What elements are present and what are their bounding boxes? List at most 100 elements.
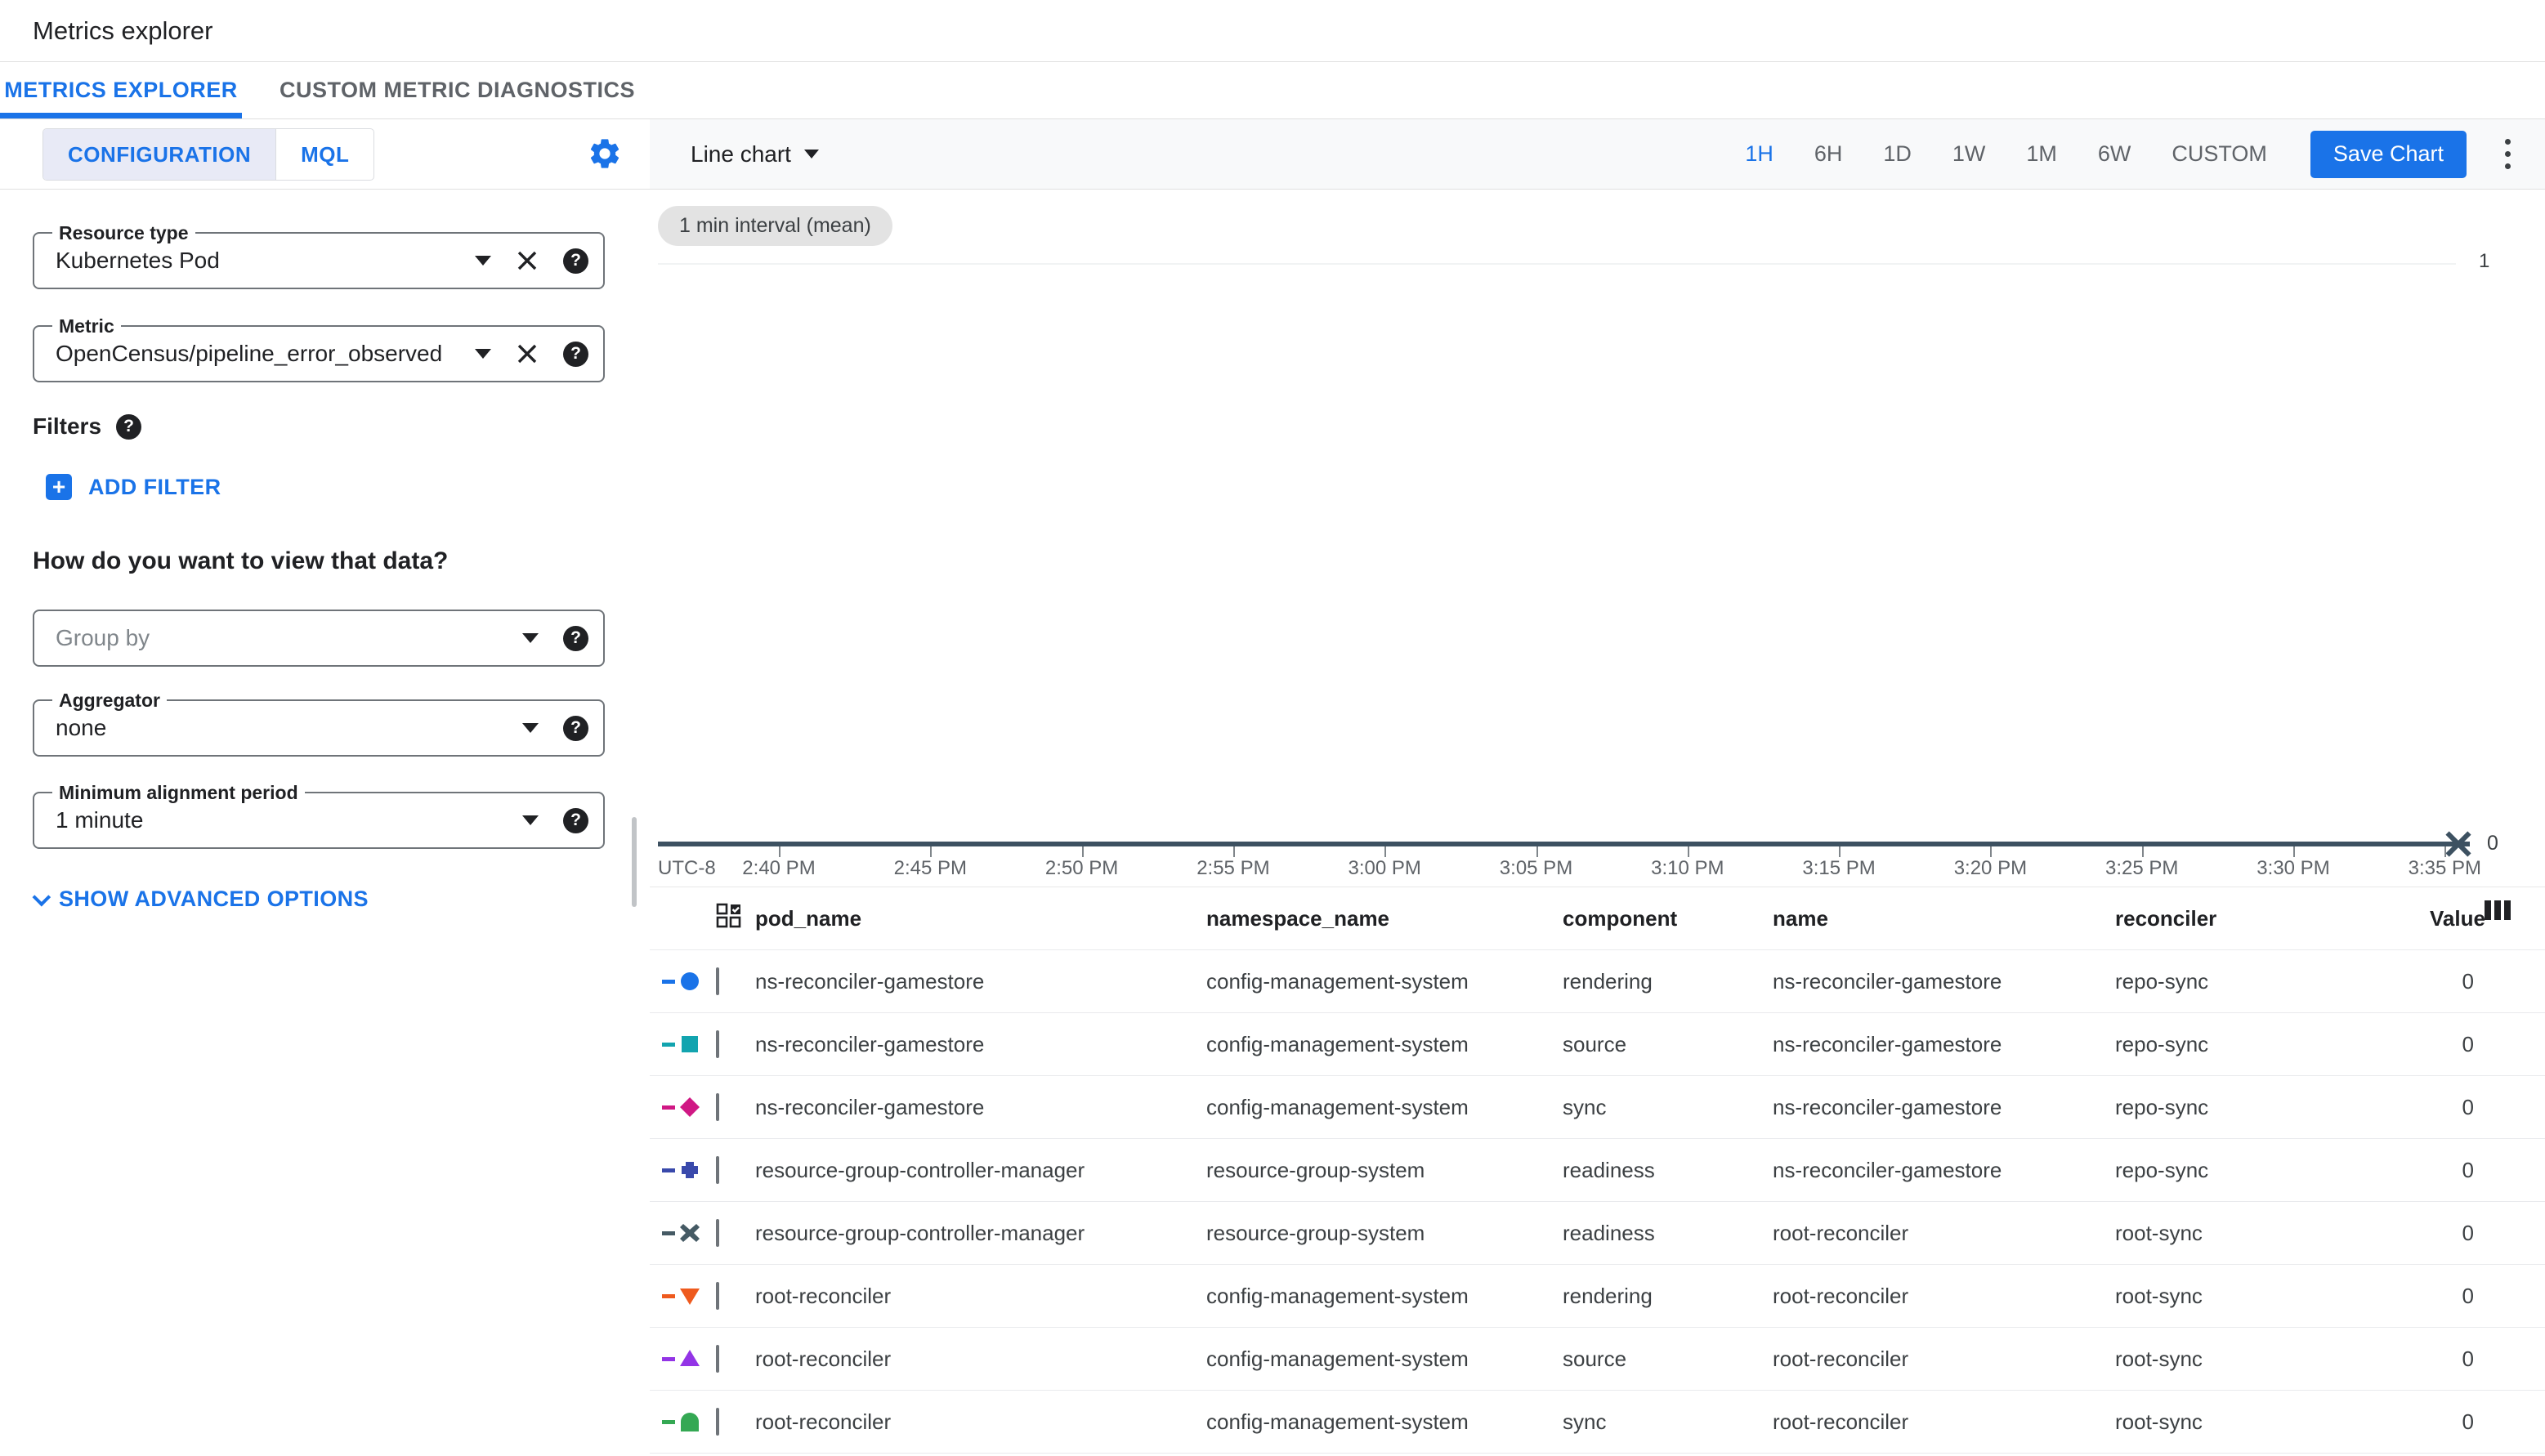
row-checkbox[interactable]	[716, 1029, 719, 1058]
cell-component: readiness	[1563, 1220, 1655, 1245]
x-axis-tick	[1081, 846, 1084, 857]
group-by-placeholder: Group by	[56, 625, 150, 650]
panel-scrollbar[interactable]	[632, 817, 637, 907]
cell-component: sync	[1563, 1409, 1607, 1434]
group-by-field[interactable]: Group by ?	[33, 610, 605, 667]
x-axis-label: 2:40 PM	[742, 857, 816, 879]
table-row[interactable]: root-reconciler config-management-system…	[650, 1265, 2545, 1328]
cell-value: 0	[2462, 968, 2474, 994]
table-row[interactable]: root-reconciler config-management-system…	[650, 1391, 2545, 1454]
aggregator-dropdown-icon[interactable]	[522, 723, 539, 733]
filters-heading: Filters	[33, 413, 102, 439]
table-row[interactable]: resource-group-controller-manager resour…	[650, 1139, 2545, 1202]
cell-value: 0	[2462, 1220, 2474, 1245]
x-axis-tick	[2293, 846, 2295, 857]
cell-reconciler: repo-sync	[2115, 1157, 2209, 1182]
time-range-1m[interactable]: 1M	[2006, 141, 2078, 167]
metrics-explorer-app: Metrics explorer METRICS EXPLORER CUSTOM…	[0, 0, 2545, 1456]
chart-type-dropdown[interactable]: Line chart	[691, 141, 819, 167]
resource-type-field[interactable]: Resource type Kubernetes Pod ?	[33, 222, 605, 289]
series-marker-icon	[662, 1411, 716, 1432]
time-range-1d[interactable]: 1D	[1863, 141, 1932, 167]
cell-pod-name: ns-reconciler-gamestore	[755, 1094, 985, 1119]
time-range-custom[interactable]: CUSTOM	[2151, 141, 2288, 167]
col-header-namespace-name[interactable]: namespace_name	[1206, 906, 1563, 931]
cell-namespace-name: resource-group-system	[1206, 1220, 1425, 1245]
interval-chip[interactable]: 1 min interval (mean)	[658, 206, 892, 246]
cell-name: ns-reconciler-gamestore	[1773, 1094, 2002, 1119]
legend-table: pod_name namespace_name component name r…	[650, 887, 2545, 1454]
table-row[interactable]: root-reconciler config-management-system…	[650, 1328, 2545, 1391]
x-axis-tick	[2141, 846, 2144, 857]
group-by-dropdown-icon[interactable]	[522, 633, 539, 643]
legend-table-body: ns-reconciler-gamestore config-managemen…	[650, 950, 2545, 1454]
cell-name: root-reconciler	[1773, 1283, 1909, 1308]
legend-header-row: pod_name namespace_name component name r…	[650, 887, 2545, 950]
min-alignment-label: Minimum alignment period	[52, 782, 305, 803]
show-advanced-options-button[interactable]: SHOW ADVANCED OPTIONS	[32, 887, 650, 912]
table-row[interactable]: ns-reconciler-gamestore config-managemen…	[650, 950, 2545, 1013]
cell-name: root-reconciler	[1773, 1346, 1909, 1371]
add-filter-button[interactable]: + ADD FILTER	[46, 474, 650, 500]
view-data-question: How do you want to view that data?	[33, 547, 449, 574]
cell-value: 0	[2462, 1094, 2474, 1119]
time-range-6w[interactable]: 6W	[2078, 141, 2152, 167]
min-alignment-field[interactable]: Minimum alignment period 1 minute ?	[33, 782, 605, 849]
row-checkbox[interactable]	[716, 1092, 719, 1121]
metric-clear-icon[interactable]	[516, 342, 539, 365]
metric-dropdown-icon[interactable]	[475, 349, 491, 359]
metric-label: Metric	[52, 315, 121, 337]
row-checkbox[interactable]	[716, 1218, 719, 1247]
row-checkbox[interactable]	[716, 1281, 719, 1310]
aggregator-field[interactable]: Aggregator none ?	[33, 690, 605, 757]
filters-help-icon[interactable]: ?	[116, 413, 142, 440]
metric-field[interactable]: Metric OpenCensus/pipeline_error_observe…	[33, 315, 605, 382]
cell-name: root-reconciler	[1773, 1220, 1909, 1245]
select-series-icon[interactable]	[716, 903, 742, 929]
mode-mql-button[interactable]: MQL	[275, 129, 373, 180]
y-axis-label-0: 0	[2487, 832, 2498, 855]
col-header-pod-name[interactable]: pod_name	[755, 906, 1206, 931]
group-by-help-icon[interactable]: ?	[563, 625, 588, 651]
time-range-6h[interactable]: 6H	[1794, 141, 1863, 167]
column-settings-icon[interactable]	[2485, 900, 2511, 920]
cell-reconciler: repo-sync	[2115, 1094, 2209, 1119]
row-checkbox[interactable]	[716, 1407, 719, 1436]
series-marker-icon	[662, 1034, 716, 1055]
timezone-label: UTC-8	[658, 857, 716, 879]
col-header-reconciler[interactable]: reconciler	[2115, 906, 2430, 931]
cell-value: 0	[2462, 1409, 2474, 1434]
time-range-group: 1H 6H 1D 1W 1M 6W CUSTOM	[1724, 141, 2288, 167]
series-marker-icon	[662, 1096, 716, 1118]
aggregator-help-icon[interactable]: ?	[563, 715, 588, 741]
time-range-1w[interactable]: 1W	[1932, 141, 2006, 167]
x-axis-label: 3:30 PM	[2257, 857, 2330, 879]
row-checkbox[interactable]	[716, 1344, 719, 1373]
tab-metrics-explorer[interactable]: METRICS EXPLORER	[0, 62, 242, 118]
col-header-name[interactable]: name	[1773, 906, 2115, 931]
table-row[interactable]: resource-group-controller-manager resour…	[650, 1202, 2545, 1265]
tab-custom-metric-diagnostics[interactable]: CUSTOM METRIC DIAGNOSTICS	[242, 62, 673, 118]
save-chart-button[interactable]: Save Chart	[2310, 130, 2467, 178]
table-row[interactable]: ns-reconciler-gamestore config-managemen…	[650, 1076, 2545, 1139]
metric-help-icon[interactable]: ?	[563, 341, 588, 367]
row-checkbox[interactable]	[716, 967, 719, 995]
min-alignment-dropdown-icon[interactable]	[522, 815, 539, 825]
x-axis-tick	[1839, 846, 1841, 857]
cell-reconciler: root-sync	[2115, 1409, 2203, 1434]
chart-settings-button[interactable]	[582, 131, 628, 176]
resource-type-dropdown-icon[interactable]	[475, 256, 491, 266]
mode-configuration-button[interactable]: CONFIGURATION	[43, 129, 276, 180]
cell-reconciler: repo-sync	[2115, 968, 2209, 994]
y-axis-label-1: 1	[2479, 250, 2490, 272]
more-options-button[interactable]	[2491, 132, 2524, 177]
col-header-component[interactable]: component	[1563, 906, 1773, 931]
resource-type-help-icon[interactable]: ?	[563, 248, 588, 274]
cell-component: sync	[1563, 1094, 1607, 1119]
series-marker-icon	[662, 1159, 716, 1181]
row-checkbox[interactable]	[716, 1155, 719, 1184]
time-range-1h[interactable]: 1H	[1724, 141, 1794, 167]
min-alignment-help-icon[interactable]: ?	[563, 807, 588, 833]
resource-type-clear-icon[interactable]	[516, 249, 539, 272]
table-row[interactable]: ns-reconciler-gamestore config-managemen…	[650, 1013, 2545, 1076]
